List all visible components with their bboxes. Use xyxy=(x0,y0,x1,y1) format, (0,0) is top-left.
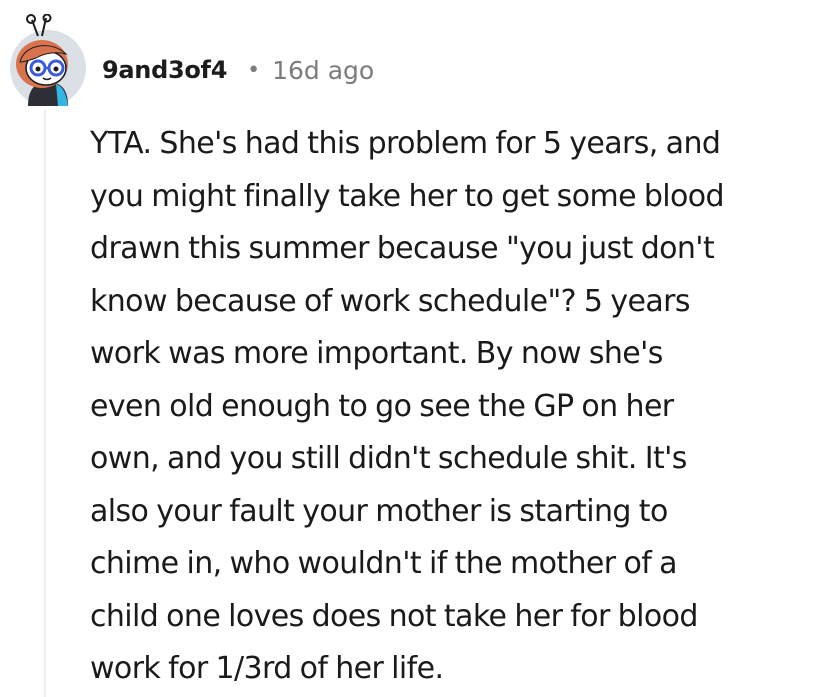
user-avatar-icon[interactable] xyxy=(6,13,90,108)
comment-body-line: work was more important. By now she's xyxy=(90,336,663,371)
comment-body-line: know because of work schedule"? 5 years xyxy=(90,283,691,319)
comment-body-line: YTA. She's had this problem for 5 years,… xyxy=(90,126,721,161)
username-link[interactable]: 9and3of4 xyxy=(102,56,227,84)
comment-body-line: own, and you still didn't schedule shit.… xyxy=(90,441,687,476)
comment-body-line: drawn this summer because "you just don'… xyxy=(90,231,715,266)
comment-body: YTA. She's had this problem for 5 years,… xyxy=(90,118,820,696)
comment-body-line: you might finally take her to get some b… xyxy=(90,178,725,214)
comment-timestamp[interactable]: 16d ago xyxy=(272,56,374,85)
comment-body-line: work for 1/3rd of her life. xyxy=(90,651,444,686)
meta-separator: • xyxy=(247,57,261,83)
comment-body-line: child one loves does not take her for bl… xyxy=(90,598,698,634)
thread-line[interactable] xyxy=(44,110,46,697)
comment-body-line: chime in, who wouldn't if the mother of … xyxy=(90,546,677,581)
comment: 9and3of4 • 16d ago YTA. She's had this p… xyxy=(0,0,827,697)
comment-header: 9and3of4 • 16d ago xyxy=(102,52,374,88)
comment-body-line: even old enough to go see the GP on her xyxy=(90,388,674,424)
comment-body-line: also your fault your mother is starting … xyxy=(90,493,668,529)
